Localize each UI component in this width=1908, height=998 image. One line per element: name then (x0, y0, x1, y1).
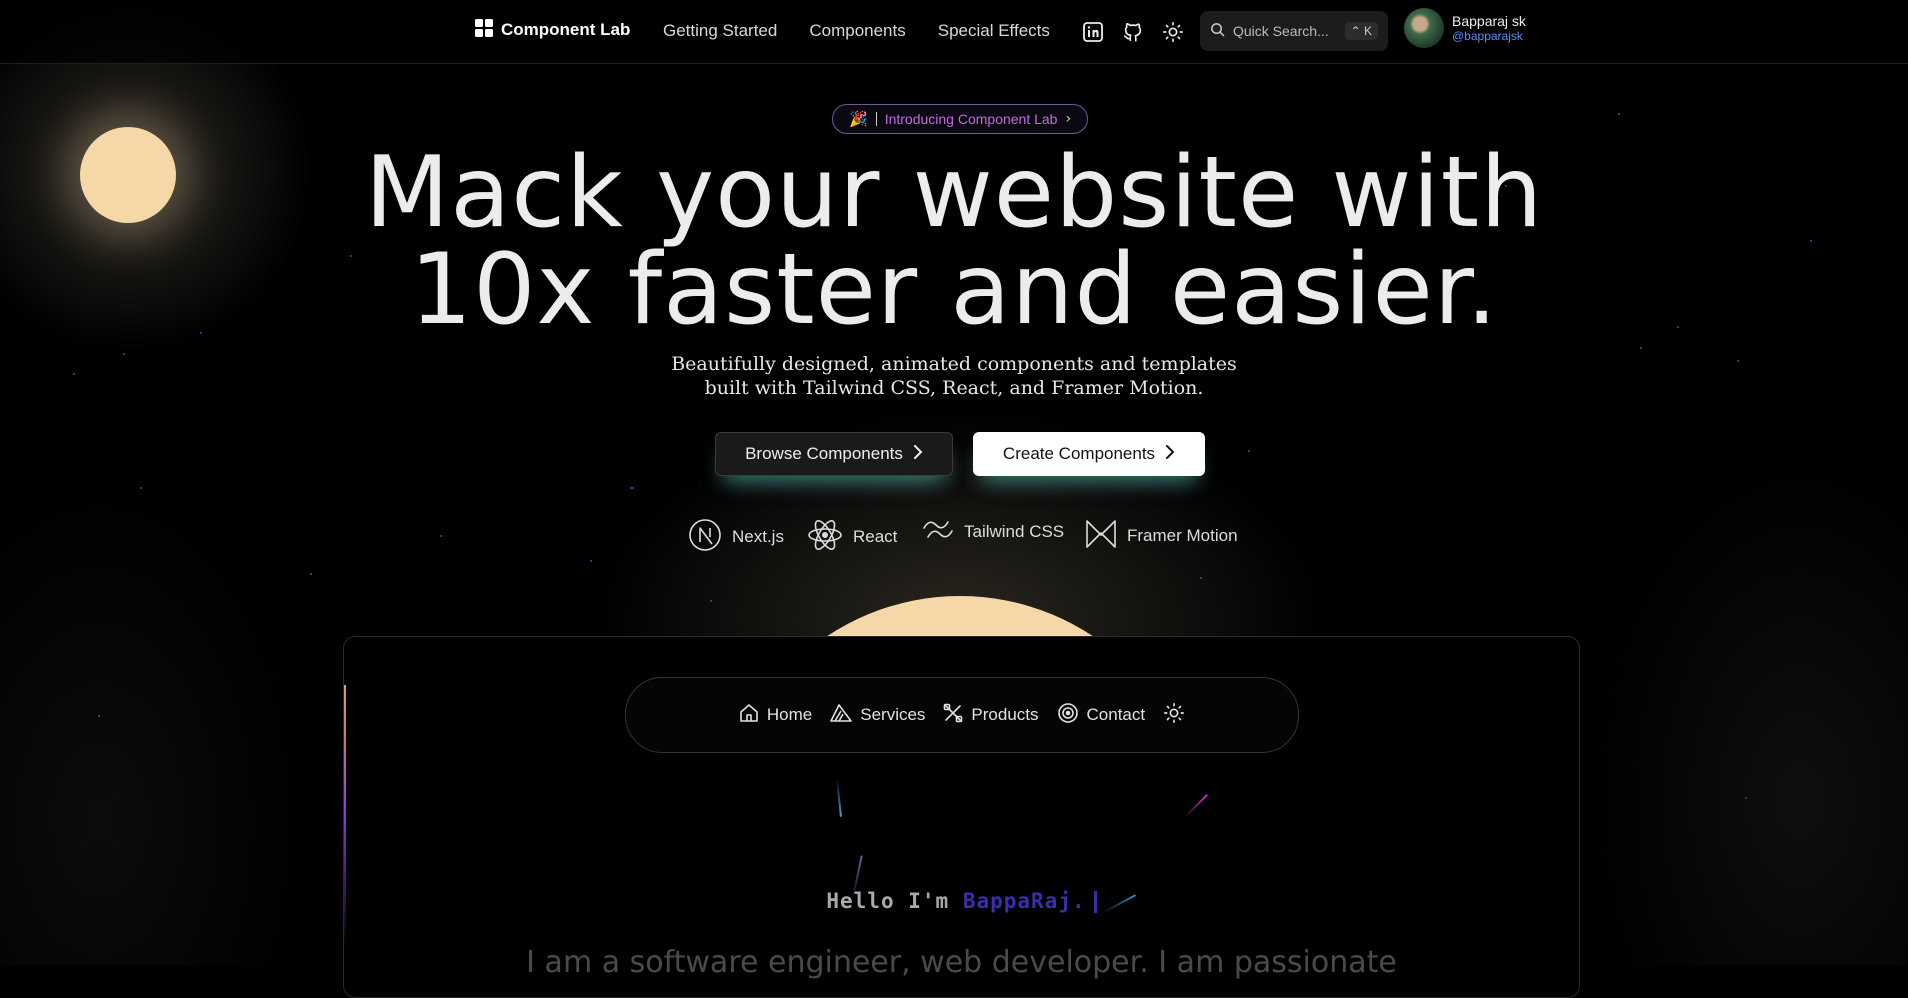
logo-text: Component Lab (501, 20, 631, 39)
decorative-streak (1183, 793, 1209, 819)
nav-link-getting-started[interactable]: Getting Started (663, 21, 777, 41)
search-placeholder: Quick Search... (1233, 23, 1329, 39)
logo[interactable]: Component Lab (475, 19, 630, 41)
pill-item-products[interactable]: Products (943, 703, 1039, 727)
typing-cursor (1093, 891, 1097, 913)
chevron-right-icon (1165, 444, 1175, 464)
github-icon[interactable] (1120, 19, 1146, 45)
hello-prefix: Hello I'm (826, 889, 950, 913)
browse-components-button[interactable]: Browse Components (715, 432, 953, 476)
pill-label: Home (766, 705, 813, 724)
create-components-label: Create Components (1002, 444, 1156, 463)
tech-tailwind: Tailwind CSS (922, 518, 1064, 546)
tech-label: Next.js (732, 527, 784, 546)
user-profile[interactable]: Bapparaj sk @bapparajsk (1404, 8, 1526, 48)
nav-links: Getting Started Components Special Effec… (663, 21, 1050, 41)
intro-text: I am a software engineer, web developer.… (526, 945, 1397, 980)
home-icon (739, 703, 759, 727)
badge-divider (875, 112, 877, 126)
hero-title-line-2: 10x faster and easier. (409, 233, 1499, 347)
quick-search[interactable]: Quick Search... ⌃ K (1200, 11, 1388, 51)
top-navbar: Component Lab Getting Started Components… (0, 0, 1908, 64)
badge-text: Introducing Component Lab (884, 111, 1058, 127)
grid-icon (475, 19, 493, 41)
contact-icon (1057, 702, 1079, 728)
nav-link-components[interactable]: Components (809, 21, 905, 41)
linkedin-icon[interactable] (1080, 19, 1106, 45)
nextjs-icon (688, 518, 722, 556)
react-icon (807, 518, 843, 556)
user-name: Bapparaj sk (1452, 13, 1526, 29)
party-icon: 🎉 (849, 110, 868, 128)
hello-heading: Hello I'm BappaRaj. (344, 889, 1579, 913)
framer-motion-icon (1085, 518, 1117, 554)
tech-framer-motion: Framer Motion (1085, 518, 1238, 554)
pill-item-services[interactable]: Services (830, 703, 925, 727)
chevron-right-icon (913, 444, 923, 464)
user-handle[interactable]: @bapparajsk (1452, 29, 1526, 43)
search-icon (1210, 22, 1225, 41)
browse-components-label: Browse Components (745, 444, 903, 463)
sun-icon (1163, 702, 1185, 728)
tech-nextjs: Next.js (688, 518, 784, 556)
hero-subtitle: Beautifully designed, animated component… (671, 353, 1237, 399)
pill-item-contact[interactable]: Contact (1057, 702, 1146, 728)
create-components-button[interactable]: Create Components (973, 432, 1205, 476)
tech-label: Framer Motion (1127, 526, 1238, 545)
tools-icon (943, 703, 963, 727)
tech-label: Tailwind CSS (964, 522, 1065, 541)
tech-label: React (853, 527, 898, 546)
decorative-streak (836, 778, 842, 818)
floating-nav-pill: Home Services Products Contact (625, 677, 1299, 753)
search-shortcut: ⌃ K (1344, 22, 1378, 40)
avatar (1404, 8, 1444, 48)
nav-icon-group (1080, 19, 1186, 45)
component-preview-card: Home Services Products Contact Hello I'm… (343, 636, 1580, 998)
pill-label: Products (971, 705, 1039, 724)
intro-badge[interactable]: 🎉 Introducing Component Lab › (832, 104, 1089, 134)
tech-react: React (807, 518, 897, 556)
hello-name: BappaRaj. (962, 889, 1086, 913)
services-icon (830, 703, 853, 727)
pill-item-home[interactable]: Home (739, 703, 812, 727)
tailwind-icon (922, 518, 954, 546)
pill-label: Services (860, 705, 926, 724)
hero-title-line-1: Mack your website with (364, 136, 1544, 250)
hero-title: Mack your website with 10x faster and ea… (0, 136, 1908, 347)
chevron-right-icon: › (1065, 111, 1072, 127)
pill-label: Contact (1086, 705, 1146, 724)
sun-icon[interactable] (1160, 19, 1186, 45)
pill-theme-toggle[interactable] (1163, 702, 1185, 728)
nav-link-special-effects[interactable]: Special Effects (938, 21, 1050, 41)
